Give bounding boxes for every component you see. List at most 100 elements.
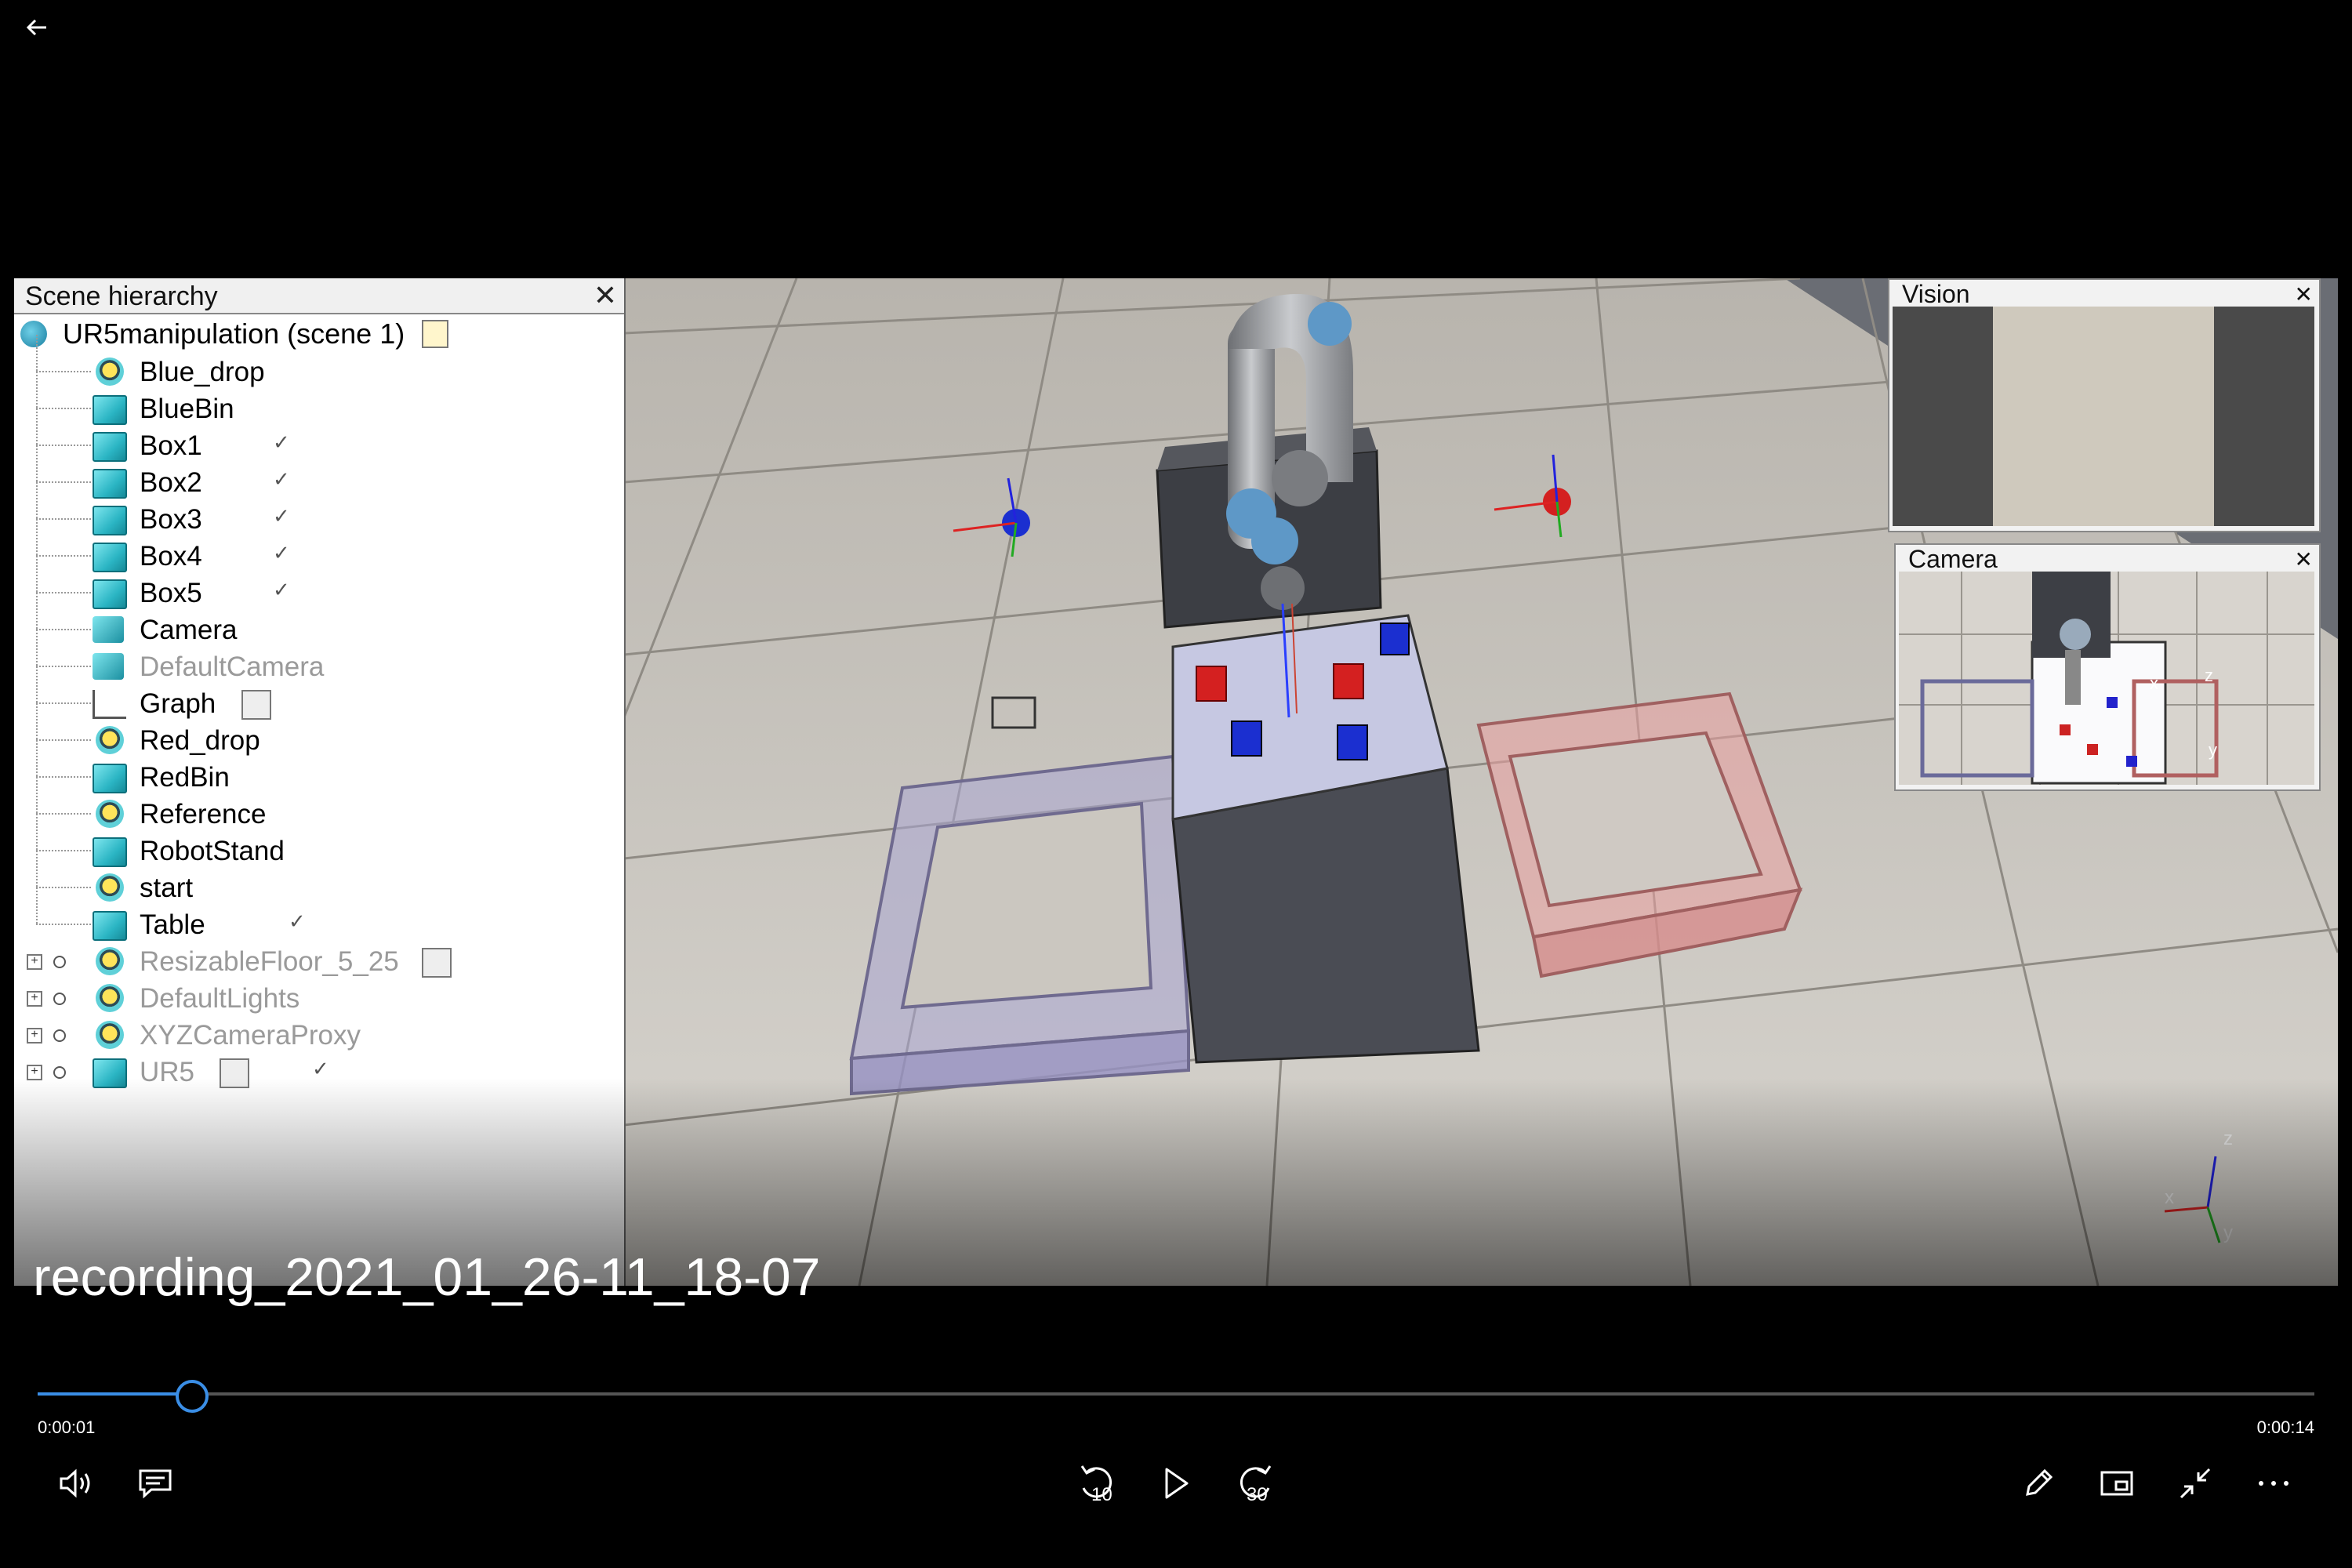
scene-tree-item[interactable]: RedBin <box>14 740 624 795</box>
tree-connector <box>36 887 91 888</box>
tree-connector <box>36 518 91 520</box>
progress-fill <box>38 1392 193 1396</box>
mini-view-button[interactable] <box>2093 1460 2140 1507</box>
play-icon <box>1165 1468 1189 1499</box>
cube-icon <box>93 469 127 499</box>
svg-text:y: y <box>2209 740 2217 760</box>
scene-root[interactable]: UR5manipulation (scene 1) <box>20 316 449 352</box>
tree-connector <box>36 445 38 481</box>
expand-icon[interactable]: + <box>27 991 42 1007</box>
back-button[interactable] <box>17 8 56 47</box>
customization-script-icon[interactable]: ✓ <box>289 909 315 936</box>
scene-tree-item-label: ResizableFloor_5_25 <box>140 946 399 977</box>
scene-tree-item[interactable]: Box5 ✓ <box>14 556 624 611</box>
tree-connector <box>36 630 38 666</box>
svg-text:x: x <box>2150 673 2158 693</box>
customization-script-icon[interactable]: ✓ <box>273 467 299 494</box>
scene-tree-item-label: RedBin <box>140 762 230 793</box>
scene-tree-item[interactable]: RobotStand <box>14 814 624 869</box>
scene-tree-item[interactable]: Red_drop <box>14 703 624 758</box>
tree-connector <box>36 776 91 778</box>
subtitles-button[interactable] <box>132 1460 179 1507</box>
skip-forward-button[interactable]: 30 <box>1231 1460 1278 1507</box>
scene-tree-item-label: Camera <box>140 615 238 645</box>
mini-view-icon <box>2100 1471 2133 1496</box>
play-button[interactable] <box>1152 1460 1200 1507</box>
scene-tree-item-label: BlueBin <box>140 394 234 424</box>
scene-tree-item-label: DefaultCamera <box>140 652 325 682</box>
graph-icon <box>93 690 126 719</box>
scene-tree-item[interactable]: Box1 ✓ <box>14 408 624 463</box>
progress-track[interactable] <box>38 1392 2314 1396</box>
scene-tree-item[interactable]: Box4 ✓ <box>14 519 624 574</box>
vision-window[interactable]: Vision ✕ <box>1888 278 2321 532</box>
scene-tree-item[interactable]: Graph <box>14 666 624 721</box>
scene-tree-item-label: DefaultLights <box>140 983 300 1014</box>
customization-script-icon[interactable]: ✓ <box>273 430 299 457</box>
scene-tree-item[interactable]: BlueBin <box>14 372 624 426</box>
camera-window[interactable]: Camera ✕ x z y <box>1894 543 2321 791</box>
customization-script-icon[interactable]: ✓ <box>273 541 299 568</box>
pen-icon <box>2026 1468 2053 1496</box>
dummy-icon <box>96 358 124 386</box>
time-total: 0:00:14 <box>2256 1417 2314 1437</box>
tree-connector <box>36 593 38 629</box>
volume-button[interactable] <box>53 1460 100 1507</box>
cube-icon <box>93 543 127 572</box>
scene-tree-item-label: Box3 <box>140 504 202 535</box>
close-icon[interactable]: ✕ <box>591 281 619 310</box>
scene-tree-item[interactable]: start <box>14 851 624 906</box>
script-icon[interactable] <box>241 690 271 720</box>
customization-script-icon[interactable]: ✓ <box>273 578 299 604</box>
scene-tree-item[interactable]: Box3 ✓ <box>14 482 624 537</box>
scene-tree-item[interactable]: Table ✓ <box>14 887 624 942</box>
scene-tree-item-label: RobotStand <box>140 836 285 866</box>
cube-icon <box>93 506 127 535</box>
script-icon[interactable] <box>422 320 449 348</box>
close-icon[interactable]: ✕ <box>2295 546 2313 572</box>
progress-thumb[interactable] <box>176 1380 209 1413</box>
dummy-icon <box>96 984 124 1012</box>
script-icon[interactable] <box>422 948 452 978</box>
scene-tree-item[interactable]: Box2 ✓ <box>14 445 624 500</box>
scene-tree-item[interactable]: + ResizableFloor_5_25 <box>14 943 624 979</box>
expand-icon[interactable]: + <box>27 1028 42 1044</box>
tree-connector <box>36 481 91 483</box>
tree-connector <box>36 814 38 850</box>
scene-tree-item-label: Box1 <box>140 430 202 461</box>
tree-connector <box>36 777 38 813</box>
scene-tree-item-label: Box4 <box>140 541 202 572</box>
skip-forward-30-icon: 30 <box>1240 1465 1272 1505</box>
tree-connector <box>36 372 38 408</box>
video-frame[interactable]: z x y Vision ✕ Camera ✕ <box>14 278 2338 1286</box>
camera-feed: x z y <box>1899 572 2314 785</box>
scene-tree-item[interactable]: Blue_drop <box>14 335 624 390</box>
scene-tree-item-label: start <box>140 873 194 903</box>
scene-tree-item[interactable]: Camera <box>14 593 624 648</box>
close-icon[interactable]: ✕ <box>2295 281 2313 307</box>
tree-connector <box>36 924 91 925</box>
more-button[interactable] <box>2250 1460 2297 1507</box>
scene-tree-item[interactable]: Reference <box>14 777 624 832</box>
scene-tree-item-label: Box5 <box>140 578 202 608</box>
scene-tree-item[interactable]: + XYZCameraProxy <box>14 1017 624 1053</box>
tree-connector <box>36 813 91 815</box>
video-title: recording_2021_01_26-11_18-07 <box>33 1247 821 1307</box>
globe-icon <box>20 321 47 347</box>
tree-connector <box>36 629 91 630</box>
scene-tree-item[interactable]: DefaultCamera <box>14 630 624 684</box>
dummy-icon <box>96 873 124 902</box>
skip-back-button[interactable]: 10 <box>1074 1460 1121 1507</box>
svg-text:10: 10 <box>1091 1484 1112 1505</box>
scene-tree-item[interactable]: + DefaultLights <box>14 980 624 1016</box>
tree-connector <box>36 850 91 851</box>
dummy-icon <box>96 726 124 754</box>
visibility-dot-icon <box>53 956 66 968</box>
edit-button[interactable] <box>2015 1460 2062 1507</box>
customization-script-icon[interactable]: ✓ <box>273 504 299 531</box>
cube-icon <box>93 837 127 867</box>
expand-icon[interactable]: + <box>27 954 42 970</box>
tree-connector <box>36 666 91 667</box>
exit-fullscreen-button[interactable] <box>2172 1460 2219 1507</box>
tree-connector <box>36 887 38 924</box>
